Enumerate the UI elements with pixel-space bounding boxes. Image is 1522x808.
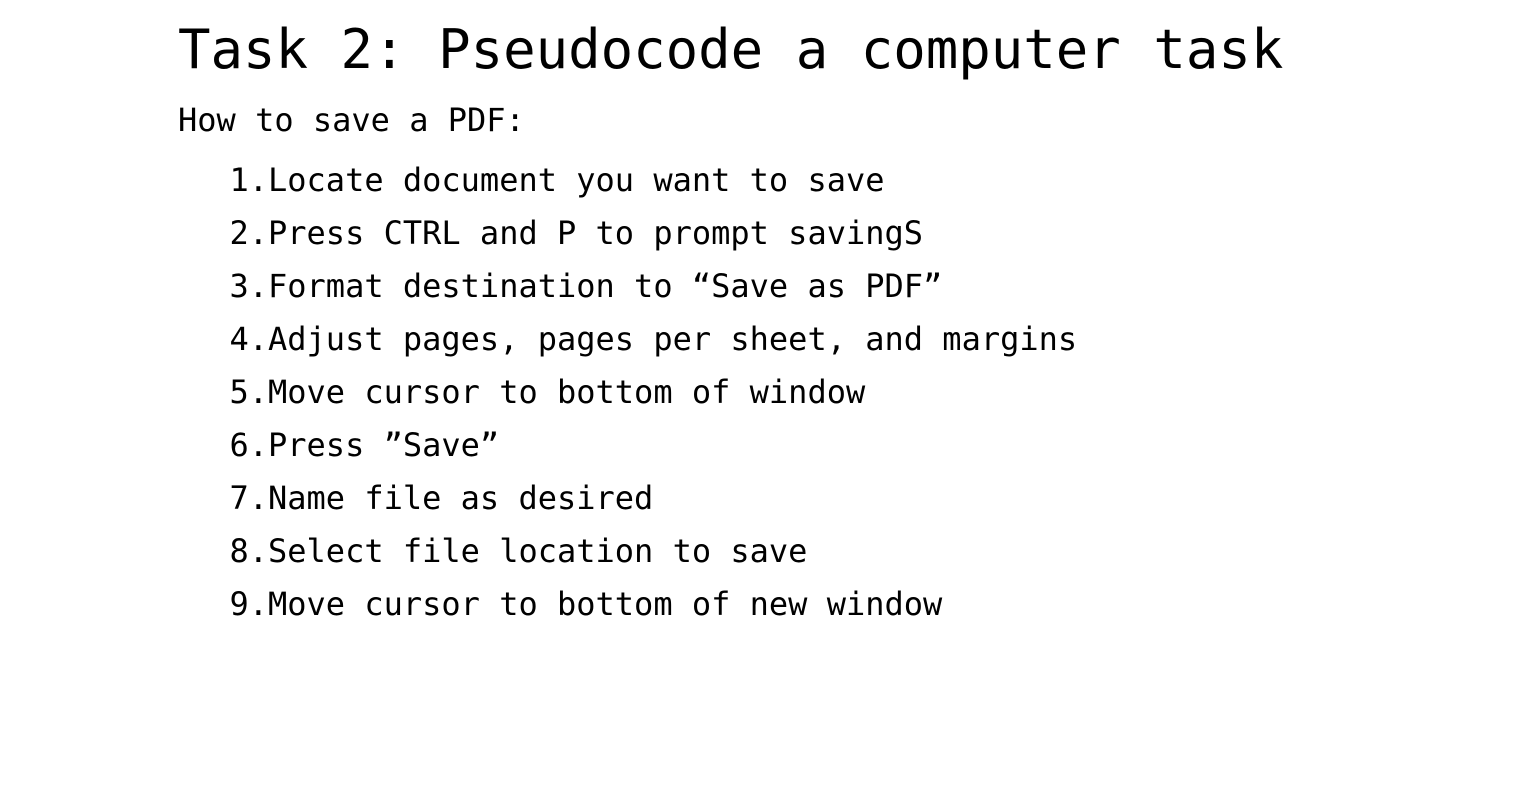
list-item: 4. Adjust pages, pages per sheet, and ma… bbox=[178, 312, 1077, 365]
step-text: Adjust pages, pages per sheet, and margi… bbox=[268, 319, 1078, 358]
list-item: 3. Format destination to “Save as PDF” bbox=[178, 259, 1077, 312]
list-item: 5. Move cursor to bottom of window bbox=[178, 365, 1077, 418]
step-text: Move cursor to bottom of window bbox=[268, 372, 866, 411]
step-number: 9. bbox=[229, 584, 268, 623]
list-item: 6. Press ”Save” bbox=[178, 418, 1077, 471]
step-text: Locate document you want to save bbox=[268, 160, 885, 199]
list-item: 2. Press CTRL and P to prompt savingS bbox=[178, 206, 1077, 259]
step-number: 6. bbox=[229, 425, 268, 464]
list-item: 7. Name file as desired bbox=[178, 471, 1077, 524]
step-text: Select file location to save bbox=[268, 531, 808, 570]
step-text: Move cursor to bottom of new window bbox=[268, 584, 943, 623]
step-number: 7. bbox=[229, 478, 268, 517]
steps-list: 1. Locate document you want to save 2. P… bbox=[178, 153, 1077, 630]
slide: Task 2: Pseudocode a computer task How t… bbox=[0, 0, 1522, 808]
list-item: 8. Select file location to save bbox=[178, 524, 1077, 577]
list-item: 9. Move cursor to bottom of new window bbox=[178, 577, 1077, 630]
step-text: Press ”Save” bbox=[268, 425, 500, 464]
step-number: 1. bbox=[229, 160, 268, 199]
intro-text: How to save a PDF: bbox=[178, 101, 525, 139]
list-item: 1. Locate document you want to save bbox=[178, 153, 1077, 206]
step-text: Press CTRL and P to prompt savingS bbox=[268, 213, 924, 252]
step-number: 2. bbox=[229, 213, 268, 252]
step-text: Name file as desired bbox=[268, 478, 654, 517]
step-number: 4. bbox=[229, 319, 268, 358]
step-text: Format destination to “Save as PDF” bbox=[268, 266, 943, 305]
step-number: 5. bbox=[229, 372, 268, 411]
step-number: 8. bbox=[229, 531, 268, 570]
slide-title: Task 2: Pseudocode a computer task bbox=[178, 18, 1284, 81]
step-number: 3. bbox=[229, 266, 268, 305]
